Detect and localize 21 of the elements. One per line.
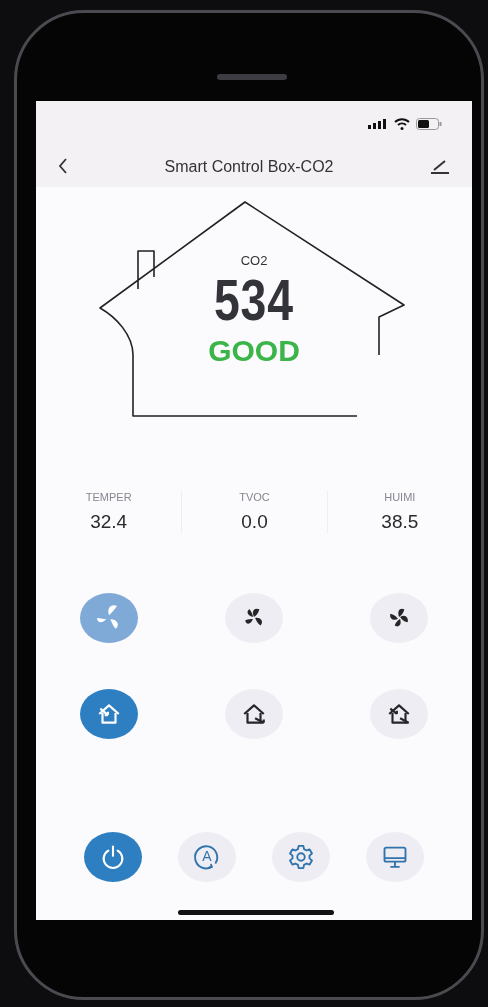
reading-label: TEMPER bbox=[85, 491, 132, 503]
house-arrow-icon bbox=[241, 701, 267, 727]
auto-letter: A bbox=[202, 849, 212, 864]
reading-label: TVOC bbox=[239, 491, 270, 503]
reading-value: 32.4 bbox=[90, 511, 128, 533]
wifi-icon bbox=[394, 118, 410, 130]
reading-value: 0.0 bbox=[241, 511, 268, 533]
power-button[interactable] bbox=[84, 832, 142, 882]
signal-icon bbox=[368, 119, 388, 129]
screen-title: Smart Control Box-CO2 bbox=[164, 158, 334, 176]
reading-label: HUIMI bbox=[384, 491, 416, 503]
co2-label: CO2 bbox=[240, 253, 268, 268]
back-icon bbox=[58, 158, 68, 174]
settings-icon bbox=[287, 843, 315, 871]
reading-value: 38.5 bbox=[381, 511, 419, 533]
auto-mode-button[interactable]: A bbox=[178, 832, 236, 882]
battery-icon bbox=[416, 118, 442, 130]
pencil-icon bbox=[430, 158, 450, 174]
air-quality-status: GOOD bbox=[208, 334, 300, 368]
co2-value: 534 bbox=[214, 268, 294, 332]
circular-arrow-icon bbox=[193, 843, 221, 871]
